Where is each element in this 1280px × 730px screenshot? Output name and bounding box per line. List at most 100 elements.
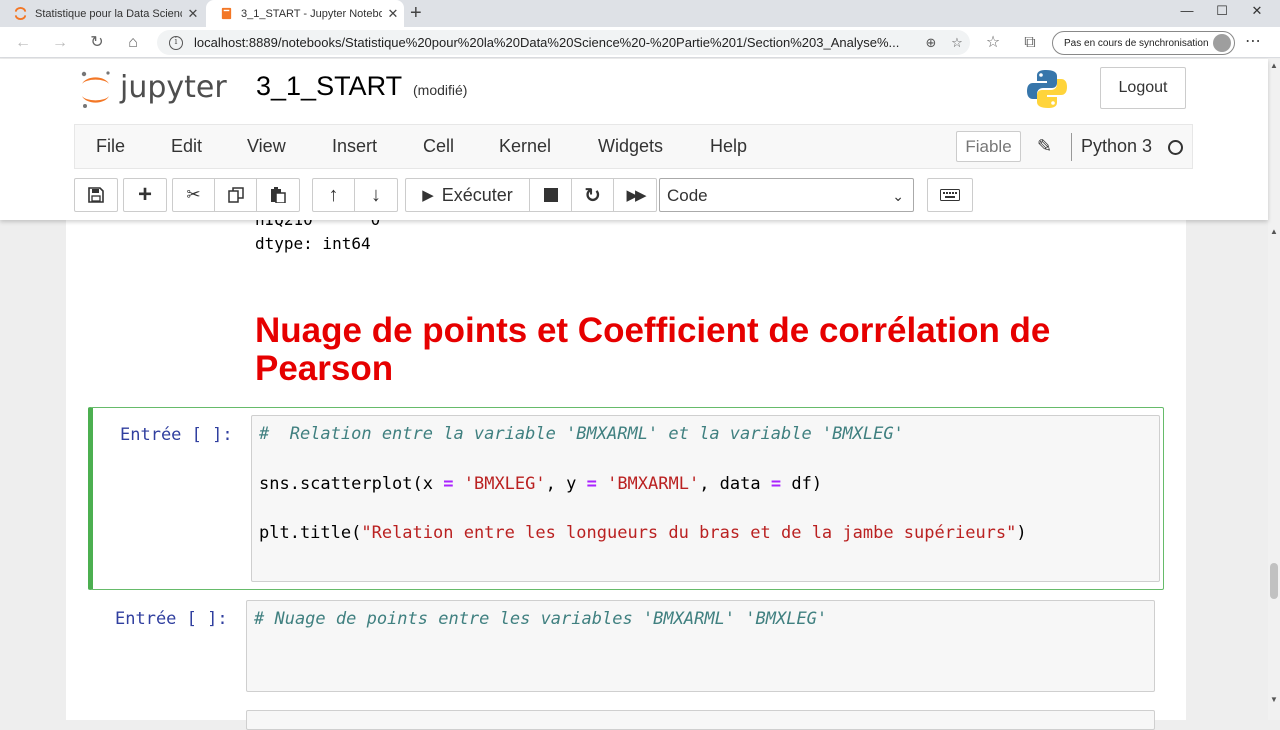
move-up-button[interactable]: ↑ — [313, 179, 355, 211]
stop-icon — [543, 188, 558, 202]
more-options-icon[interactable]: ⋯ — [1245, 31, 1261, 51]
zoom-icon[interactable]: ⊕ — [918, 35, 944, 51]
collections-icon[interactable]: ⧉ — [1018, 31, 1042, 55]
scroll-down-icon[interactable]: ▼ — [1268, 695, 1280, 704]
clipboard-group: ✂ — [172, 178, 300, 212]
paste-button[interactable] — [257, 179, 299, 211]
menu-file[interactable]: File — [96, 136, 125, 157]
code-editor[interactable]: # Nuage de points entre les variables 'B… — [246, 600, 1155, 692]
address-bar[interactable]: i localhost:8889/notebooks/Statistique%2… — [157, 30, 970, 55]
python-logo-icon — [1027, 70, 1067, 108]
browser-toolbar: ← → ↻ ⌂ i localhost:8889/notebooks/Stati… — [0, 27, 1280, 58]
notebook-container: hIQ210 0dtype: int64 Nuage de points et … — [66, 210, 1186, 730]
kernel-name[interactable]: Python 3 — [1081, 136, 1152, 157]
run-group: ▶ Exécuter ↻ ▶▶ — [405, 178, 657, 212]
kernel-idle-indicator-icon — [1168, 140, 1183, 155]
restart-button[interactable]: ↻ — [572, 179, 614, 211]
run-label: Exécuter — [441, 184, 513, 205]
code-cell[interactable]: Entrée [ ]: # Nuage de points entre les … — [88, 598, 1164, 698]
minimize-icon[interactable]: — — [1172, 3, 1202, 18]
keyboard-group — [927, 178, 973, 212]
scrollbar-thumb[interactable] — [1270, 563, 1278, 599]
code-line-scatterplot: sns.scatterplot(x = 'BMXLEG', y = 'BMXAR… — [259, 473, 823, 494]
scroll-up-icon[interactable]: ▲ — [1268, 227, 1280, 236]
restart-icon: ↻ — [584, 184, 601, 207]
menu-view[interactable]: View — [247, 136, 286, 157]
save-group — [74, 178, 118, 212]
maximize-icon[interactable]: ☐ — [1207, 3, 1237, 19]
cut-button[interactable]: ✂ — [173, 179, 215, 211]
browser-tab-statistique[interactable]: Statistique pour la Data Science ✕ — [0, 0, 204, 27]
run-button[interactable]: ▶ Exécuter — [406, 179, 530, 211]
code-line-title: plt.title("Relation entre les longueurs … — [259, 523, 1027, 543]
trusted-indicator[interactable]: Fiable — [956, 131, 1021, 162]
input-prompt: Entrée [ ]: — [115, 609, 228, 629]
sync-profile-button[interactable]: Pas en cours de synchronisation — [1052, 31, 1235, 55]
fast-forward-icon: ▶▶ — [626, 187, 646, 204]
interrupt-button[interactable] — [530, 179, 572, 211]
jupyter-header: jupyter 3_1_START (modifié) Logout File … — [0, 59, 1268, 220]
edit-pencil-icon[interactable]: ✎ — [1037, 136, 1052, 157]
code-editor[interactable]: # Relation entre la variable 'BMXARML' e… — [251, 415, 1160, 582]
scroll-up-icon[interactable]: ▲ — [1268, 61, 1280, 70]
tab-title: Statistique pour la Data Science — [35, 7, 182, 20]
close-window-icon[interactable]: ✕ — [1242, 3, 1272, 19]
jupyter-favicon-icon — [14, 7, 27, 20]
page-scrollbar[interactable]: ▲ ▲ ▼ — [1268, 59, 1280, 720]
paste-icon — [271, 187, 286, 203]
copy-icon — [227, 187, 244, 203]
browser-tab-bar: Statistique pour la Data Science ✕ 3_1_S… — [0, 0, 1280, 27]
menu-help[interactable]: Help — [710, 136, 747, 157]
jupyter-logo[interactable]: jupyter — [78, 67, 238, 111]
reload-button[interactable]: ↻ — [85, 31, 109, 55]
tab-title: 3_1_START - Jupyter Notebook — [241, 7, 382, 20]
menu-insert[interactable]: Insert — [332, 136, 377, 157]
scissors-icon: ✂ — [186, 185, 201, 204]
save-icon — [88, 187, 104, 203]
sync-label: Pas en cours de synchronisation — [1064, 37, 1209, 49]
menu-widgets[interactable]: Widgets — [598, 136, 663, 157]
home-button[interactable]: ⌂ — [121, 31, 145, 55]
copy-button[interactable] — [215, 179, 257, 211]
cell-type-select[interactable]: Code ⌄ — [659, 178, 914, 212]
menu-kernel[interactable]: Kernel — [499, 136, 551, 157]
logout-button[interactable]: Logout — [1100, 67, 1186, 109]
save-status: (modifié) — [413, 82, 468, 98]
arrow-up-icon: ↑ — [328, 183, 339, 206]
output-line: dtype: int64 — [255, 234, 371, 253]
insert-cell-button[interactable]: + — [124, 179, 166, 211]
menu-bar: File Edit View Insert Cell Kernel Widget… — [74, 124, 1193, 169]
menu-cell[interactable]: Cell — [423, 136, 454, 157]
tab-close-icon[interactable]: ✕ — [382, 6, 404, 22]
save-button[interactable] — [75, 179, 117, 211]
command-palette-button[interactable] — [928, 179, 972, 211]
insert-group: + — [123, 178, 167, 212]
chevron-down-icon: ⌄ — [892, 188, 904, 204]
code-comment: # Nuage de points entre les variables 'B… — [254, 609, 828, 629]
cell-type-value: Code — [667, 186, 708, 205]
url-text[interactable]: localhost:8889/notebooks/Statistique%20p… — [194, 35, 918, 50]
tab-close-icon[interactable]: ✕ — [182, 6, 204, 22]
plus-icon: + — [137, 181, 152, 208]
keyboard-icon — [940, 189, 960, 201]
browser-tab-jupyter-notebook[interactable]: 3_1_START - Jupyter Notebook ✕ — [206, 0, 404, 27]
code-comment: # Relation entre la variable 'BMXARML' e… — [259, 424, 904, 444]
avatar — [1213, 34, 1231, 52]
forward-button[interactable]: → — [48, 31, 72, 55]
markdown-heading[interactable]: Nuage de points et Coefficient de corrél… — [255, 312, 1155, 388]
restart-run-all-button[interactable]: ▶▶ — [614, 179, 656, 211]
favorites-icon[interactable]: ☆ — [981, 31, 1005, 55]
back-button[interactable]: ← — [11, 31, 35, 55]
menu-edit[interactable]: Edit — [171, 136, 202, 157]
move-group: ↑ ↓ — [312, 178, 398, 212]
site-info-icon[interactable]: i — [169, 35, 183, 50]
notebook-title[interactable]: 3_1_START — [256, 71, 402, 102]
code-editor-partial[interactable] — [246, 710, 1155, 730]
move-down-button[interactable]: ↓ — [355, 179, 397, 211]
play-icon: ▶ — [422, 187, 434, 204]
svg-text:jupyter: jupyter — [119, 70, 227, 105]
new-tab-button[interactable]: + — [410, 3, 422, 23]
tracking-icon[interactable]: ☆ — [944, 35, 970, 51]
input-prompt: Entrée [ ]: — [120, 425, 233, 445]
code-cell-selected[interactable]: Entrée [ ]: # Relation entre la variable… — [88, 407, 1164, 590]
